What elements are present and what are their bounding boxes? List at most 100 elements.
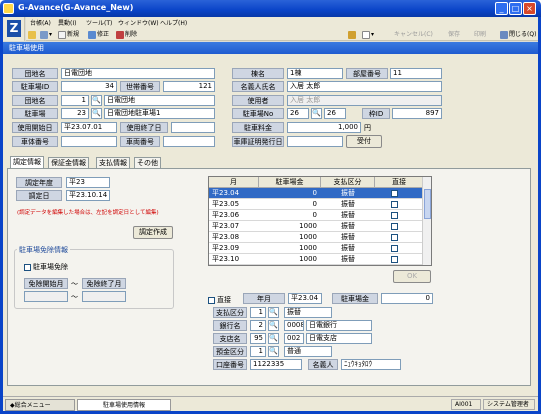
table-row[interactable]: 平23.06 0 振替 [209,210,424,221]
status-user: システム管理者 [483,399,535,410]
direct-checkbox-cell[interactable] [391,256,398,263]
table-row[interactable]: 平23.10 1000 振替 [209,254,424,265]
direct-checkbox-cell[interactable] [391,190,398,197]
search-icon[interactable]: 🔍 [268,320,279,331]
grid-ok-button[interactable]: OK [393,270,431,283]
start-field[interactable]: 平23.07.01 [61,122,117,133]
building-field[interactable]: 1棟 [287,68,343,79]
table-row[interactable]: 平23.09 1000 振替 [209,243,424,254]
exempt-checkbox[interactable]: 駐車場免除 [24,262,68,272]
holder-field[interactable]: ﾆｭｳｷｮﾀﾛｳ [341,359,401,370]
direct-checkbox-box[interactable] [208,296,215,304]
search-icon[interactable]: 🔍 [91,108,102,119]
window-select-icon[interactable]: ▾ [362,29,374,40]
household-field[interactable]: 121 [163,81,215,92]
lot-label: 駐車場 [12,108,58,119]
lotno-label: 駐車場No [232,108,284,119]
menu-ledger[interactable]: 台帳(A) [30,18,51,27]
direct-checkbox-cell[interactable] [391,223,398,230]
adjust-year-field[interactable]: 平23 [66,177,110,188]
tab-main-menu[interactable]: ◆総合メニュー [5,399,75,411]
detail-fee-field[interactable]: 0 [381,293,433,304]
search-icon[interactable]: 🔍 [268,307,279,318]
grid-header-pay[interactable]: 支払区分 [321,177,375,188]
pay-label: 支払区分 [213,307,247,318]
menu-help[interactable]: ヘルプ(H) [160,18,187,27]
tenant-field[interactable]: 入居 太郎 [287,81,442,92]
vehicle-field[interactable] [163,136,215,147]
ym-label: 年月 [243,293,285,304]
user-dropdown-icon[interactable]: ▾ [40,29,52,40]
menu-window[interactable]: ウィンドウ(W) [118,18,159,27]
table-row[interactable]: 平23.04 0 振替 [209,188,424,199]
table-row[interactable]: 平23.05 0 振替 [209,199,424,210]
exempt-start-field[interactable] [24,291,68,302]
adjust-create-button[interactable]: 調定作成 [133,226,173,239]
cert-field[interactable] [287,136,343,147]
user-select[interactable]: 入居 太郎 [287,95,442,106]
search-icon[interactable]: 🔍 [311,108,322,119]
car-field[interactable] [61,136,117,147]
open-folder-icon[interactable] [28,29,37,40]
user-label: 使用者 [232,95,284,106]
grid-header-amount[interactable]: 駐車場金 [259,177,321,188]
cancel-button[interactable]: キャンセル(C) [394,29,433,40]
acct-type-code-field[interactable]: 1 [250,346,266,357]
tab-parking-info[interactable]: 駐車場使用情報 [77,399,171,411]
exempt-end-field[interactable] [82,291,126,302]
tools-icon[interactable] [348,29,357,40]
lotno-a-field[interactable]: 26 [287,108,309,119]
grid-scrollbar-thumb[interactable] [424,189,431,219]
grid-header-direct[interactable]: 直接 [375,177,424,188]
search-icon[interactable]: 🔍 [268,346,279,357]
table-row[interactable]: 平23.08 1000 振替 [209,232,424,243]
acct-no-field[interactable]: 1122335 [250,359,302,370]
frame-field[interactable]: 897 [392,108,442,119]
grid-scrollbar[interactable] [422,177,431,265]
room-field[interactable]: 11 [390,68,442,79]
branch-code-field[interactable]: 95 [250,333,266,344]
pay-code-field[interactable]: 1 [250,307,266,318]
lot-name-field: 日電団地駐車場1 [104,108,215,119]
acct-type-label: 預金区分 [213,346,247,357]
menu-tools[interactable]: ツール(T) [86,18,112,27]
table-row[interactable]: 平23.07 1000 振替 [209,221,424,232]
print-button[interactable]: 印刷 [474,29,486,40]
estate2-code-field[interactable]: 1 [61,95,89,106]
minimize-button[interactable]: _ [495,2,508,15]
fee-field[interactable]: 1,000 [287,122,361,133]
direct-checkbox[interactable]: 直接 [208,295,231,305]
direct-checkbox-cell[interactable] [391,234,398,241]
monthly-grid[interactable]: 月 駐車場金 支払区分 直接 平23.04 0 振替 平23.05 0 振替 平23.06 0… [208,176,432,266]
exempt-checkbox-box[interactable] [24,263,31,271]
new-button[interactable]: 新規 [58,29,79,40]
parking-id-label: 駐車場ID [12,81,58,92]
adjust-year-label: 調定年度 [16,177,62,188]
detail-fee-label: 駐車場金 [332,293,378,304]
lotno-b-field[interactable]: 26 [324,108,346,119]
bank-code-field[interactable]: 2 [250,320,266,331]
direct-checkbox-cell[interactable] [391,212,398,219]
room-label: 部屋番号 [346,68,388,79]
save-button[interactable]: 保存 [448,29,460,40]
estate-field[interactable]: 日電団地 [61,68,215,79]
direct-checkbox-cell[interactable] [391,201,398,208]
delete-button[interactable]: 削除 [116,29,137,40]
end-field[interactable] [171,122,215,133]
adjust-date-field[interactable]: 平23.10.14 [66,190,110,201]
parking-id-field[interactable]: 34 [61,81,117,92]
edit-button[interactable]: 修正 [88,29,109,40]
ym-field[interactable]: 平23.04 [288,293,322,304]
maximize-button[interactable]: □ [509,2,522,15]
menu-transfer[interactable]: 異動(I) [58,18,76,27]
grid-header-month[interactable]: 月 [209,177,259,188]
cell-amount: 1000 [299,244,317,252]
direct-checkbox-cell[interactable] [391,245,398,252]
search-icon[interactable]: 🔍 [268,333,279,344]
receive-button[interactable]: 受付 [346,135,382,148]
lot-code-field[interactable]: 23 [61,108,89,119]
close-window-button[interactable]: × [523,2,536,15]
close-form-button[interactable]: 閉じる(Q) [500,29,536,40]
close-label: 閉じる(Q) [509,31,537,38]
search-icon[interactable]: 🔍 [91,95,102,106]
